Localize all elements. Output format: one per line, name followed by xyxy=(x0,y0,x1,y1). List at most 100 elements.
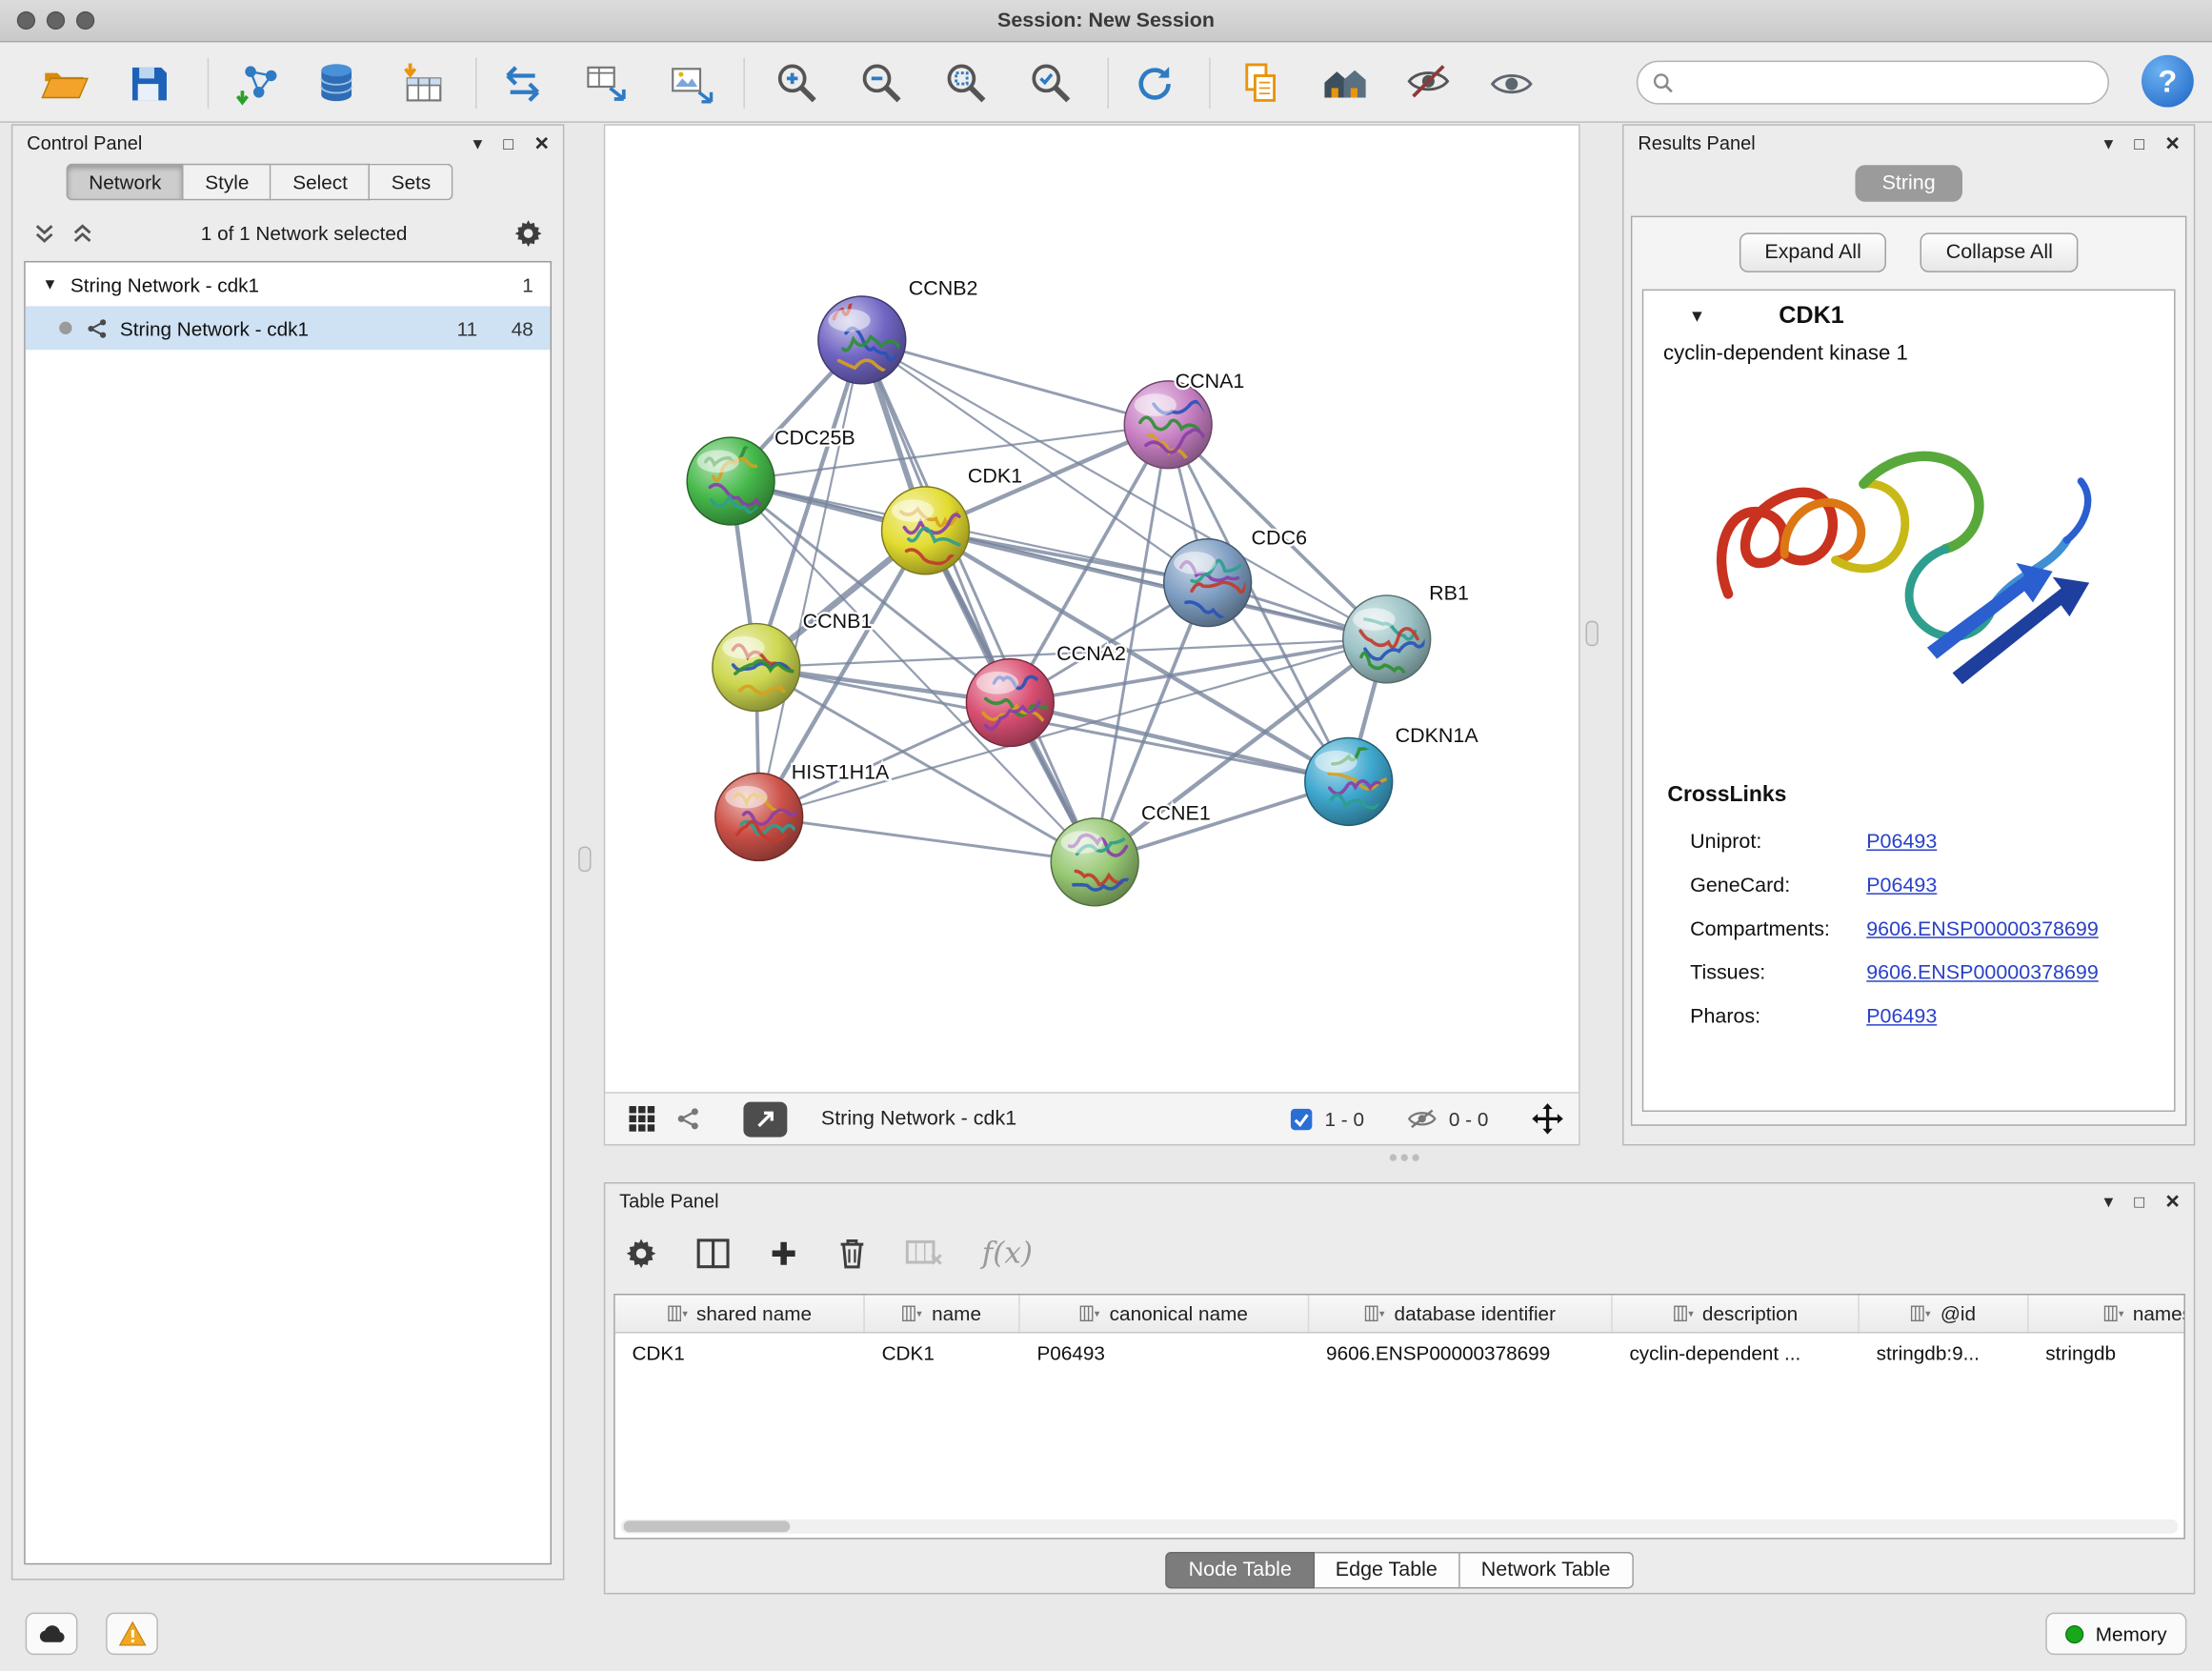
network-canvas[interactable]: CCNB2CCNA1CDC25BCDK1CDC6RB1CCNB1CCNA2CDK… xyxy=(605,126,1579,1092)
hidden-eye-slash-icon[interactable] xyxy=(1406,1108,1438,1131)
zoom-selected-icon[interactable] xyxy=(1020,53,1082,112)
automation-cloud-button[interactable] xyxy=(26,1613,78,1655)
home-icon[interactable] xyxy=(1314,53,1376,112)
fit-content-icon[interactable] xyxy=(935,53,997,112)
minimize-window-button[interactable] xyxy=(47,11,65,30)
birds-eye-grid-icon[interactable] xyxy=(628,1105,656,1134)
network-node-RB1[interactable]: RB1 xyxy=(1343,581,1469,682)
tab-select[interactable]: Select xyxy=(271,164,371,201)
crosslink-link-tissues[interactable]: 9606.ENSP00000378699 xyxy=(1866,961,2099,984)
column-header-description[interactable]: description xyxy=(1613,1295,1860,1332)
maximize-panel-icon[interactable]: □ xyxy=(2134,1192,2144,1212)
network-options-gear-icon[interactable] xyxy=(513,218,543,248)
show-columns-icon[interactable] xyxy=(695,1237,731,1269)
search-input[interactable] xyxy=(1683,71,2108,94)
column-header-shared-name[interactable]: shared name xyxy=(615,1295,865,1332)
network-edge[interactable] xyxy=(862,340,1168,425)
table-row[interactable]: CDK1CDK1P064939606.ENSP00000378699cyclin… xyxy=(615,1333,2184,1371)
memory-button[interactable]: Memory xyxy=(2046,1613,2186,1655)
crosslink-link-uniprot[interactable]: P06493 xyxy=(1866,831,1937,854)
network-edge[interactable] xyxy=(759,816,1095,861)
network-collection-row[interactable]: ▼ String Network - cdk1 1 xyxy=(26,262,551,306)
vertical-splitter-handle[interactable] xyxy=(1586,621,1599,647)
network-node-HIST1H1A[interactable]: HIST1H1A xyxy=(715,760,890,860)
tab-edge-table[interactable]: Edge Table xyxy=(1315,1552,1460,1589)
float-panel-icon[interactable]: ▾ xyxy=(473,131,483,154)
help-icon[interactable]: ? xyxy=(2142,55,2194,108)
float-panel-icon[interactable]: ▾ xyxy=(2103,1190,2113,1213)
save-session-icon[interactable] xyxy=(117,53,179,112)
table-horizontal-scrollbar[interactable] xyxy=(621,1520,2179,1534)
table-cell[interactable]: P06493 xyxy=(1020,1341,1310,1364)
details-expander-icon[interactable]: ▼ xyxy=(1689,306,1706,326)
network-node-CDKN1A[interactable]: CDKN1A xyxy=(1305,724,1479,825)
tab-network[interactable]: Network xyxy=(67,164,184,201)
scrollbar-thumb[interactable] xyxy=(624,1520,791,1532)
zoom-window-button[interactable] xyxy=(76,11,94,30)
zoom-out-icon[interactable] xyxy=(851,53,913,112)
open-session-icon[interactable] xyxy=(32,53,94,112)
vertical-splitter-handle[interactable] xyxy=(578,847,591,873)
tab-sets[interactable]: Sets xyxy=(371,164,453,201)
network-edge[interactable] xyxy=(759,340,862,817)
copy-document-icon[interactable] xyxy=(1229,53,1291,112)
maximize-panel-icon[interactable]: □ xyxy=(2134,133,2144,153)
horizontal-splitter-handle[interactable] xyxy=(1388,1153,1419,1162)
tab-style[interactable]: Style xyxy=(184,164,271,201)
selected-checkbox-icon[interactable] xyxy=(1289,1107,1313,1131)
network-row[interactable]: String Network - cdk1 11 48 xyxy=(26,306,551,350)
network-view[interactable]: CCNB2CCNA1CDC25BCDK1CDC6RB1CCNB1CCNA2CDK… xyxy=(604,124,1580,1145)
open-in-browser-button[interactable] xyxy=(743,1101,787,1137)
network-node-CCNB2[interactable]: CCNB2 xyxy=(818,277,978,384)
tab-network-table[interactable]: Network Table xyxy=(1460,1552,1634,1589)
network-icon[interactable] xyxy=(675,1106,701,1132)
function-builder-icon[interactable]: f(x) xyxy=(982,1236,1033,1270)
node-details-header[interactable]: ▼ CDK1 xyxy=(1643,291,2174,341)
warnings-button[interactable] xyxy=(106,1613,158,1655)
import-table-icon[interactable] xyxy=(392,53,454,112)
crosslink-link-pharos[interactable]: P06493 xyxy=(1866,1005,1937,1028)
column-header-namespace[interactable]: namespace xyxy=(2029,1295,2185,1332)
crosslink-link-compartments[interactable]: 9606.ENSP00000378699 xyxy=(1866,917,2099,940)
table-options-gear-icon[interactable] xyxy=(625,1237,657,1269)
tab-string[interactable]: String xyxy=(1855,165,1961,202)
expand-all-icon[interactable] xyxy=(70,221,94,245)
table-cell[interactable]: 9606.ENSP00000378699 xyxy=(1309,1341,1612,1364)
float-panel-icon[interactable]: ▾ xyxy=(2103,131,2113,154)
column-header-database-identifier[interactable]: database identifier xyxy=(1309,1295,1612,1332)
table-cell[interactable]: stringdb xyxy=(2029,1341,2185,1364)
refresh-icon[interactable] xyxy=(1123,53,1185,112)
collapse-all-button[interactable]: Collapse All xyxy=(1920,232,2079,272)
network-node-CCNA1[interactable]: CCNA1 xyxy=(1124,370,1244,468)
copy-network-icon[interactable] xyxy=(491,53,553,112)
hide-selected-icon[interactable] xyxy=(1397,53,1458,112)
delete-column-trash-icon[interactable] xyxy=(836,1236,868,1270)
tab-node-table[interactable]: Node Table xyxy=(1166,1552,1315,1589)
network-from-table-icon[interactable] xyxy=(575,53,637,112)
expand-all-button[interactable]: Expand All xyxy=(1739,232,1887,272)
table-cell[interactable]: cyclin-dependent ... xyxy=(1613,1341,1860,1364)
search-field[interactable] xyxy=(1637,61,2109,105)
close-panel-icon[interactable]: × xyxy=(534,131,549,155)
column-header-canonical-name[interactable]: canonical name xyxy=(1020,1295,1310,1332)
show-all-icon[interactable] xyxy=(1479,53,1541,112)
pan-move-icon[interactable] xyxy=(1531,1102,1565,1137)
network-edge[interactable] xyxy=(862,340,1095,862)
export-image-icon[interactable] xyxy=(660,53,722,112)
close-panel-icon[interactable]: × xyxy=(2165,1189,2180,1213)
collection-expander-icon[interactable]: ▼ xyxy=(42,276,57,293)
table-cell[interactable]: CDK1 xyxy=(865,1341,1020,1364)
create-column-plus-icon[interactable] xyxy=(769,1238,798,1267)
import-network-database-icon[interactable] xyxy=(305,53,367,112)
column-header--id[interactable]: @id xyxy=(1860,1295,2029,1332)
table-cell[interactable]: stringdb:9... xyxy=(1860,1341,2029,1364)
import-network-icon[interactable] xyxy=(226,53,288,112)
network-node-CDK1[interactable]: CDK1 xyxy=(882,464,1023,574)
close-panel-icon[interactable]: × xyxy=(2165,131,2180,155)
zoom-in-icon[interactable] xyxy=(766,53,828,112)
network-edge[interactable] xyxy=(1010,702,1348,781)
table-cell[interactable]: CDK1 xyxy=(615,1341,865,1364)
crosslink-link-genecard[interactable]: P06493 xyxy=(1866,874,1937,896)
collapse-all-icon[interactable] xyxy=(32,221,56,245)
network-node-CDC25B[interactable]: CDC25B xyxy=(687,426,855,524)
